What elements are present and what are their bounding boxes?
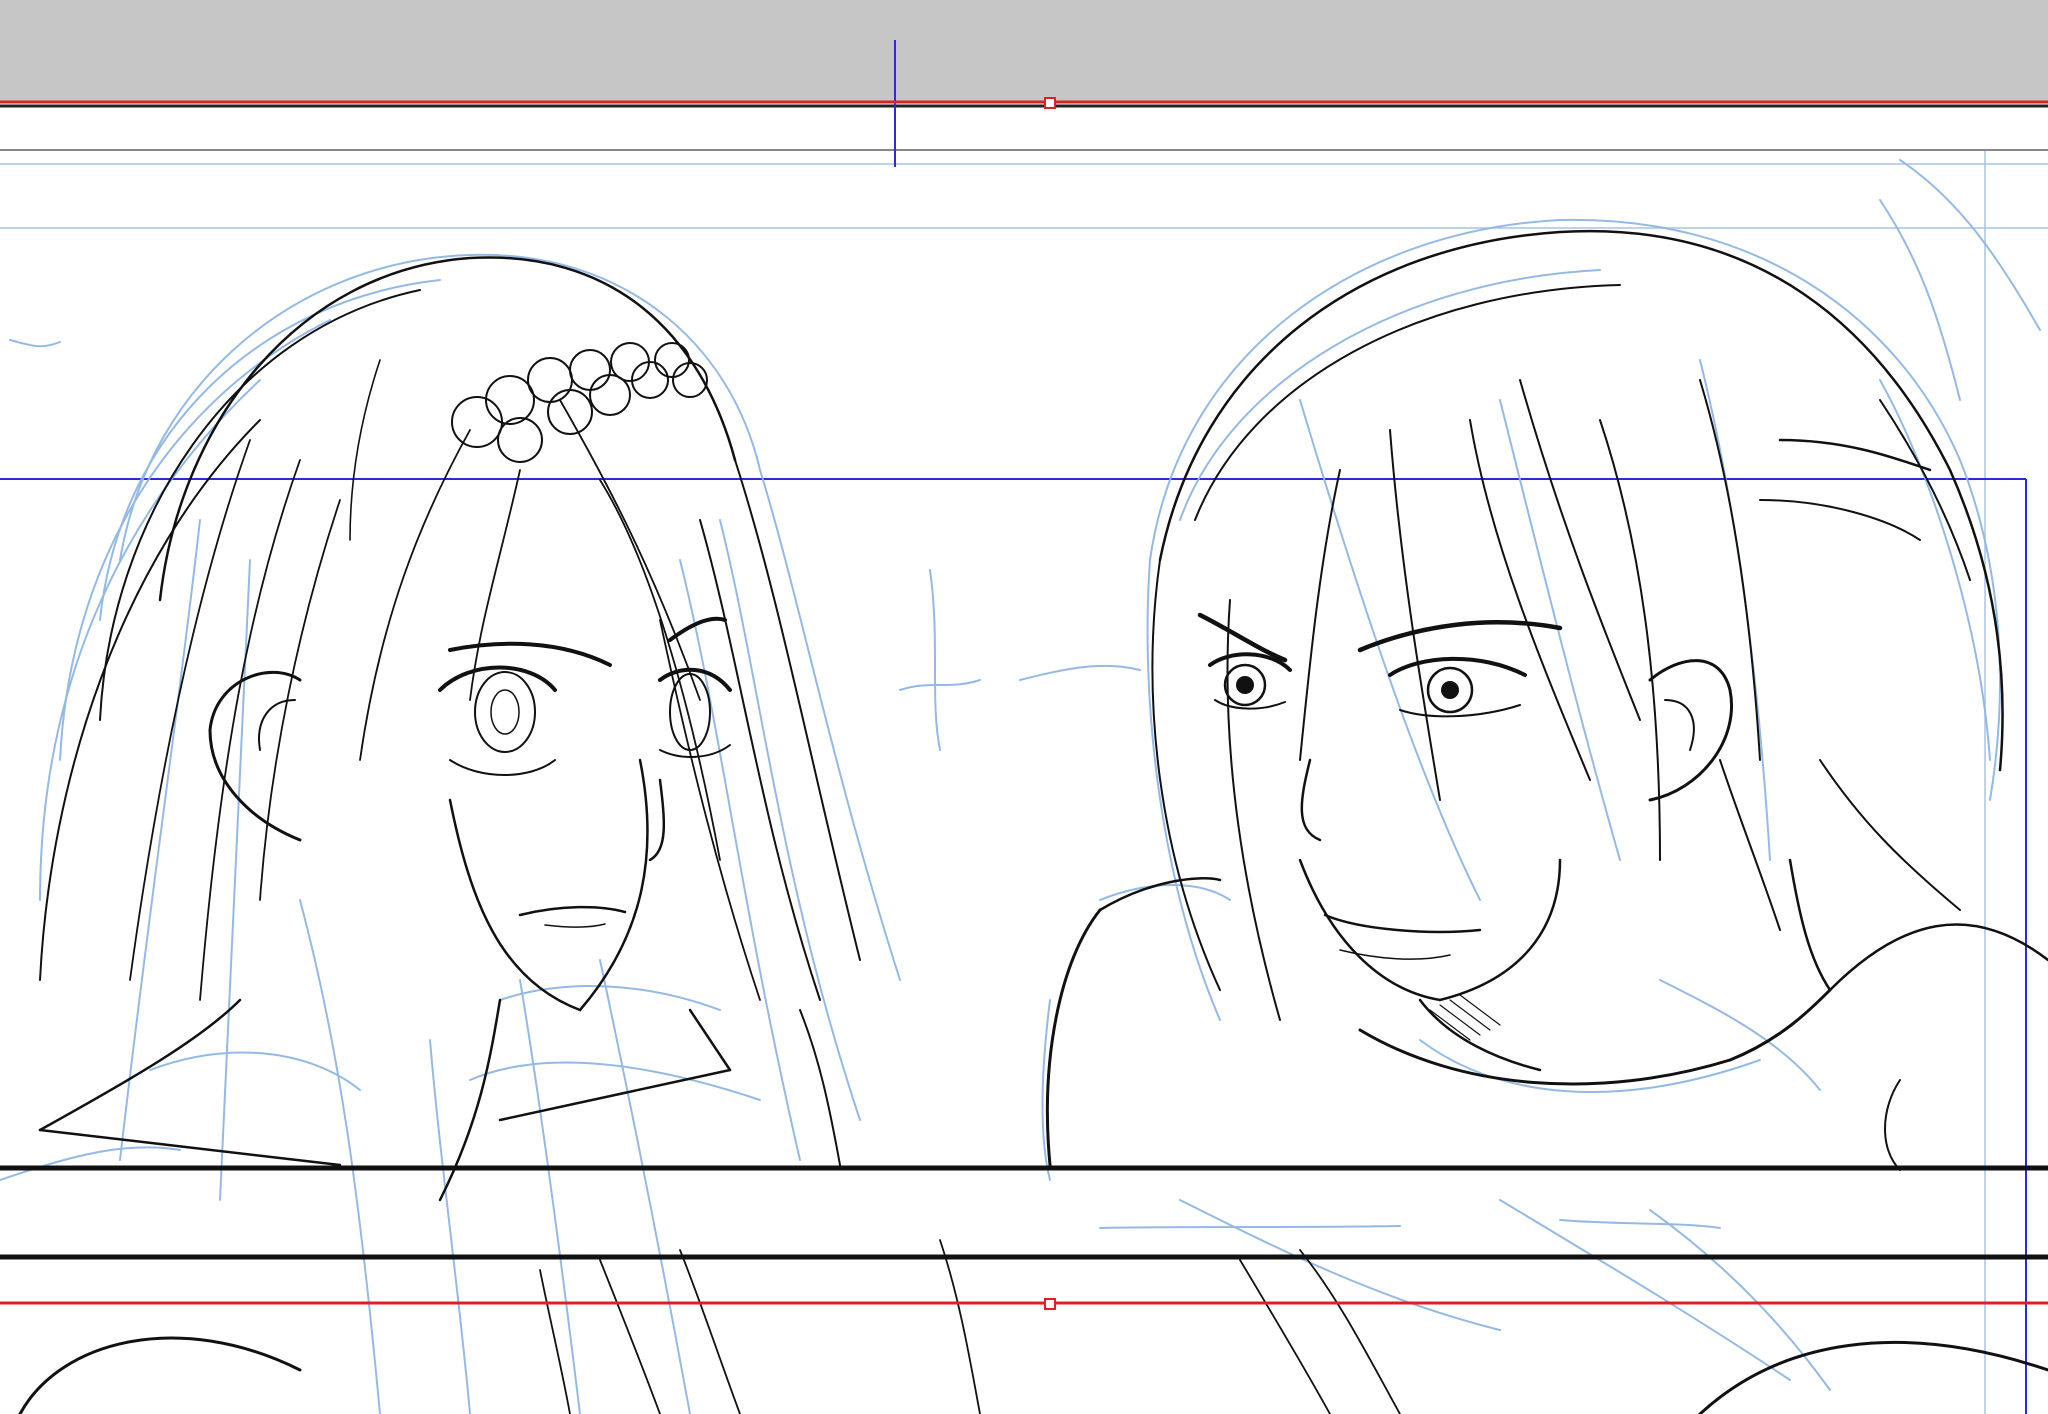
- selection-handle-bottom[interactable]: [1044, 1298, 1056, 1310]
- drawing-canvas[interactable]: [0, 0, 2048, 1414]
- manga-page-artwork[interactable]: [0, 0, 2048, 1414]
- selection-handle-top[interactable]: [1044, 97, 1056, 109]
